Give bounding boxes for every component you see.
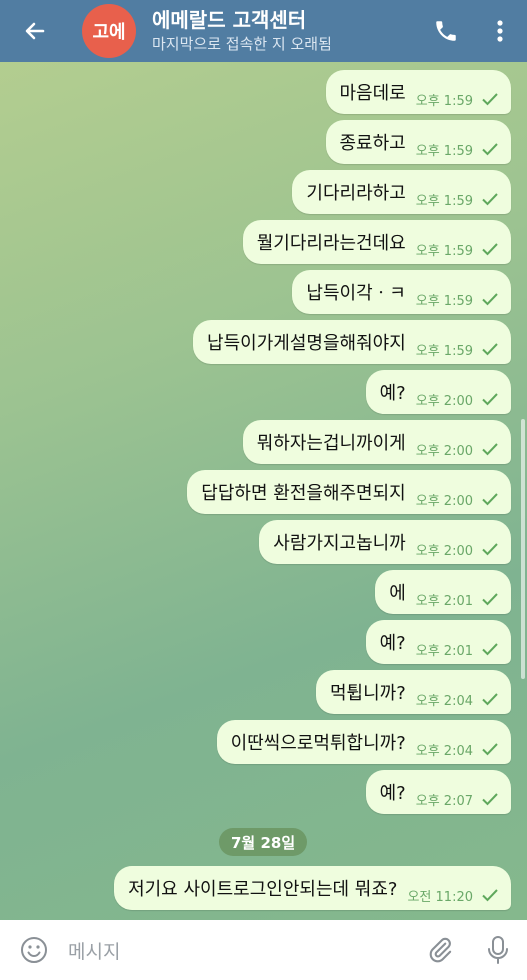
back-arrow-icon [25,22,45,40]
message-text: 납득이각ㆍㅋ [306,283,406,304]
message-time: 오후 1:59 [415,243,473,259]
back-button[interactable] [0,0,70,62]
read-check-icon [482,393,498,406]
message-text: 뭘기다리라는건데요 [256,233,406,254]
message-text: 먹튑니까? [329,683,406,704]
message-text: 납득이가게설명을해줘야지 [207,333,406,354]
message-time: 오후 2:01 [415,593,473,609]
message-text: 에 [389,583,406,604]
message-time: 오후 2:04 [415,743,473,759]
attach-button[interactable] [411,920,469,980]
message-bubble[interactable]: 예? 오후 2:01 [365,620,511,664]
message-list[interactable]: 마음데로 오후 1:59 종료하고 오후 1:59 기다리라하고 오후 1:59… [0,62,527,920]
read-check-icon [482,693,498,706]
read-check-icon [482,93,498,106]
message-text: 답답하면 환전을해주면되지 [201,483,406,504]
scrollbar[interactable] [521,419,525,679]
message-text: 예? [379,383,406,404]
chat-title: 에메랄드 고객센터 [152,8,307,32]
voice-record-button[interactable] [469,920,527,980]
message-time: 오후 2:00 [415,393,473,409]
message-bubble[interactable]: 뭐하자는겁니까이게 오후 2:00 [242,420,511,464]
message-time: 오후 2:07 [415,793,473,809]
date-separator: 7월 28일 [219,828,308,856]
chat-title-block[interactable]: 에메랄드 고객센터 마지막으로 접속한 지 오래됨 [152,8,419,54]
read-check-icon [482,343,498,356]
message-bubble[interactable]: 먹튑니까? 오후 2:04 [315,670,511,714]
message-bubble[interactable]: 에 오후 2:01 [375,570,511,614]
read-check-icon [482,643,498,656]
message-time: 오후 1:59 [415,293,473,309]
message-time: 오후 1:59 [415,343,473,359]
message-bubble[interactable]: 이딴씩으로먹튀합니까? 오후 2:04 [216,720,511,764]
emoji-icon [21,937,47,963]
message-bubble[interactable]: 답답하면 환전을해주면되지 오후 2:00 [187,470,511,514]
emoji-button[interactable] [0,920,68,980]
message-text: 저기요 사이트로그인안되는데 뭐죠? [128,879,398,900]
message-time: 오후 2:01 [415,643,473,659]
message-bubble[interactable]: 예? 오후 2:00 [365,370,511,414]
message-time: 오후 1:59 [415,93,473,109]
message-text: 마음데로 [339,83,406,104]
message-bubble[interactable]: 예? 오후 2:07 [365,770,511,814]
paperclip-icon [429,937,452,963]
message-time: 오후 2:00 [415,543,473,559]
message-bubble[interactable]: 납득이가게설명을해줘야지 오후 1:59 [193,320,511,364]
message-bubble[interactable]: 저기요 사이트로그인안되는데 뭐죠? 오전 11:20 [114,866,511,910]
message-bubble[interactable]: 마음데로 오후 1:59 [325,70,511,114]
message-bubble[interactable]: 사람가지고놉니까 오후 2:00 [259,520,511,564]
read-check-icon [482,743,498,756]
message-bubble[interactable]: 기다리라하고 오후 1:59 [292,170,511,214]
message-text: 사람가지고놉니까 [273,533,406,554]
read-check-icon [482,593,498,606]
message-time: 오후 1:59 [415,143,473,159]
read-check-icon [482,243,498,256]
message-time: 오전 11:20 [407,889,473,905]
message-input[interactable]: 메시지 [68,937,411,964]
read-check-icon [482,493,498,506]
message-text: 종료하고 [339,133,406,154]
message-input-bar: 메시지 [0,920,527,980]
message-bubble[interactable]: 뭘기다리라는건데요 오후 1:59 [242,220,511,264]
last-seen-status: 마지막으로 접속한 지 오래됨 [152,35,332,53]
message-time: 오후 2:00 [415,493,473,509]
read-check-icon [482,793,498,806]
message-time: 오후 2:00 [415,443,473,459]
read-check-icon [482,543,498,556]
more-vertical-icon [497,20,503,42]
message-text: 예? [379,783,406,804]
chat-header: 고에 에메랄드 고객센터 마지막으로 접속한 지 오래됨 [0,0,527,62]
read-check-icon [482,889,498,902]
message-text: 예? [379,633,406,654]
message-text: 기다리라하고 [306,183,406,204]
read-check-icon [482,443,498,456]
message-bubble[interactable]: 종료하고 오후 1:59 [325,120,511,164]
call-button[interactable] [419,0,473,62]
message-text: 뭐하자는겁니까이게 [256,433,406,454]
avatar[interactable]: 고에 [82,4,136,58]
message-time: 오후 2:04 [415,693,473,709]
read-check-icon [482,193,498,206]
message-time: 오후 1:59 [415,193,473,209]
read-check-icon [482,293,498,306]
more-menu-button[interactable] [473,0,527,62]
message-text: 이딴씩으로먹튀합니까? [230,733,406,754]
phone-icon [436,21,456,41]
read-check-icon [482,143,498,156]
message-bubble[interactable]: 납득이각ㆍㅋ 오후 1:59 [292,270,511,314]
microphone-icon [488,936,508,964]
